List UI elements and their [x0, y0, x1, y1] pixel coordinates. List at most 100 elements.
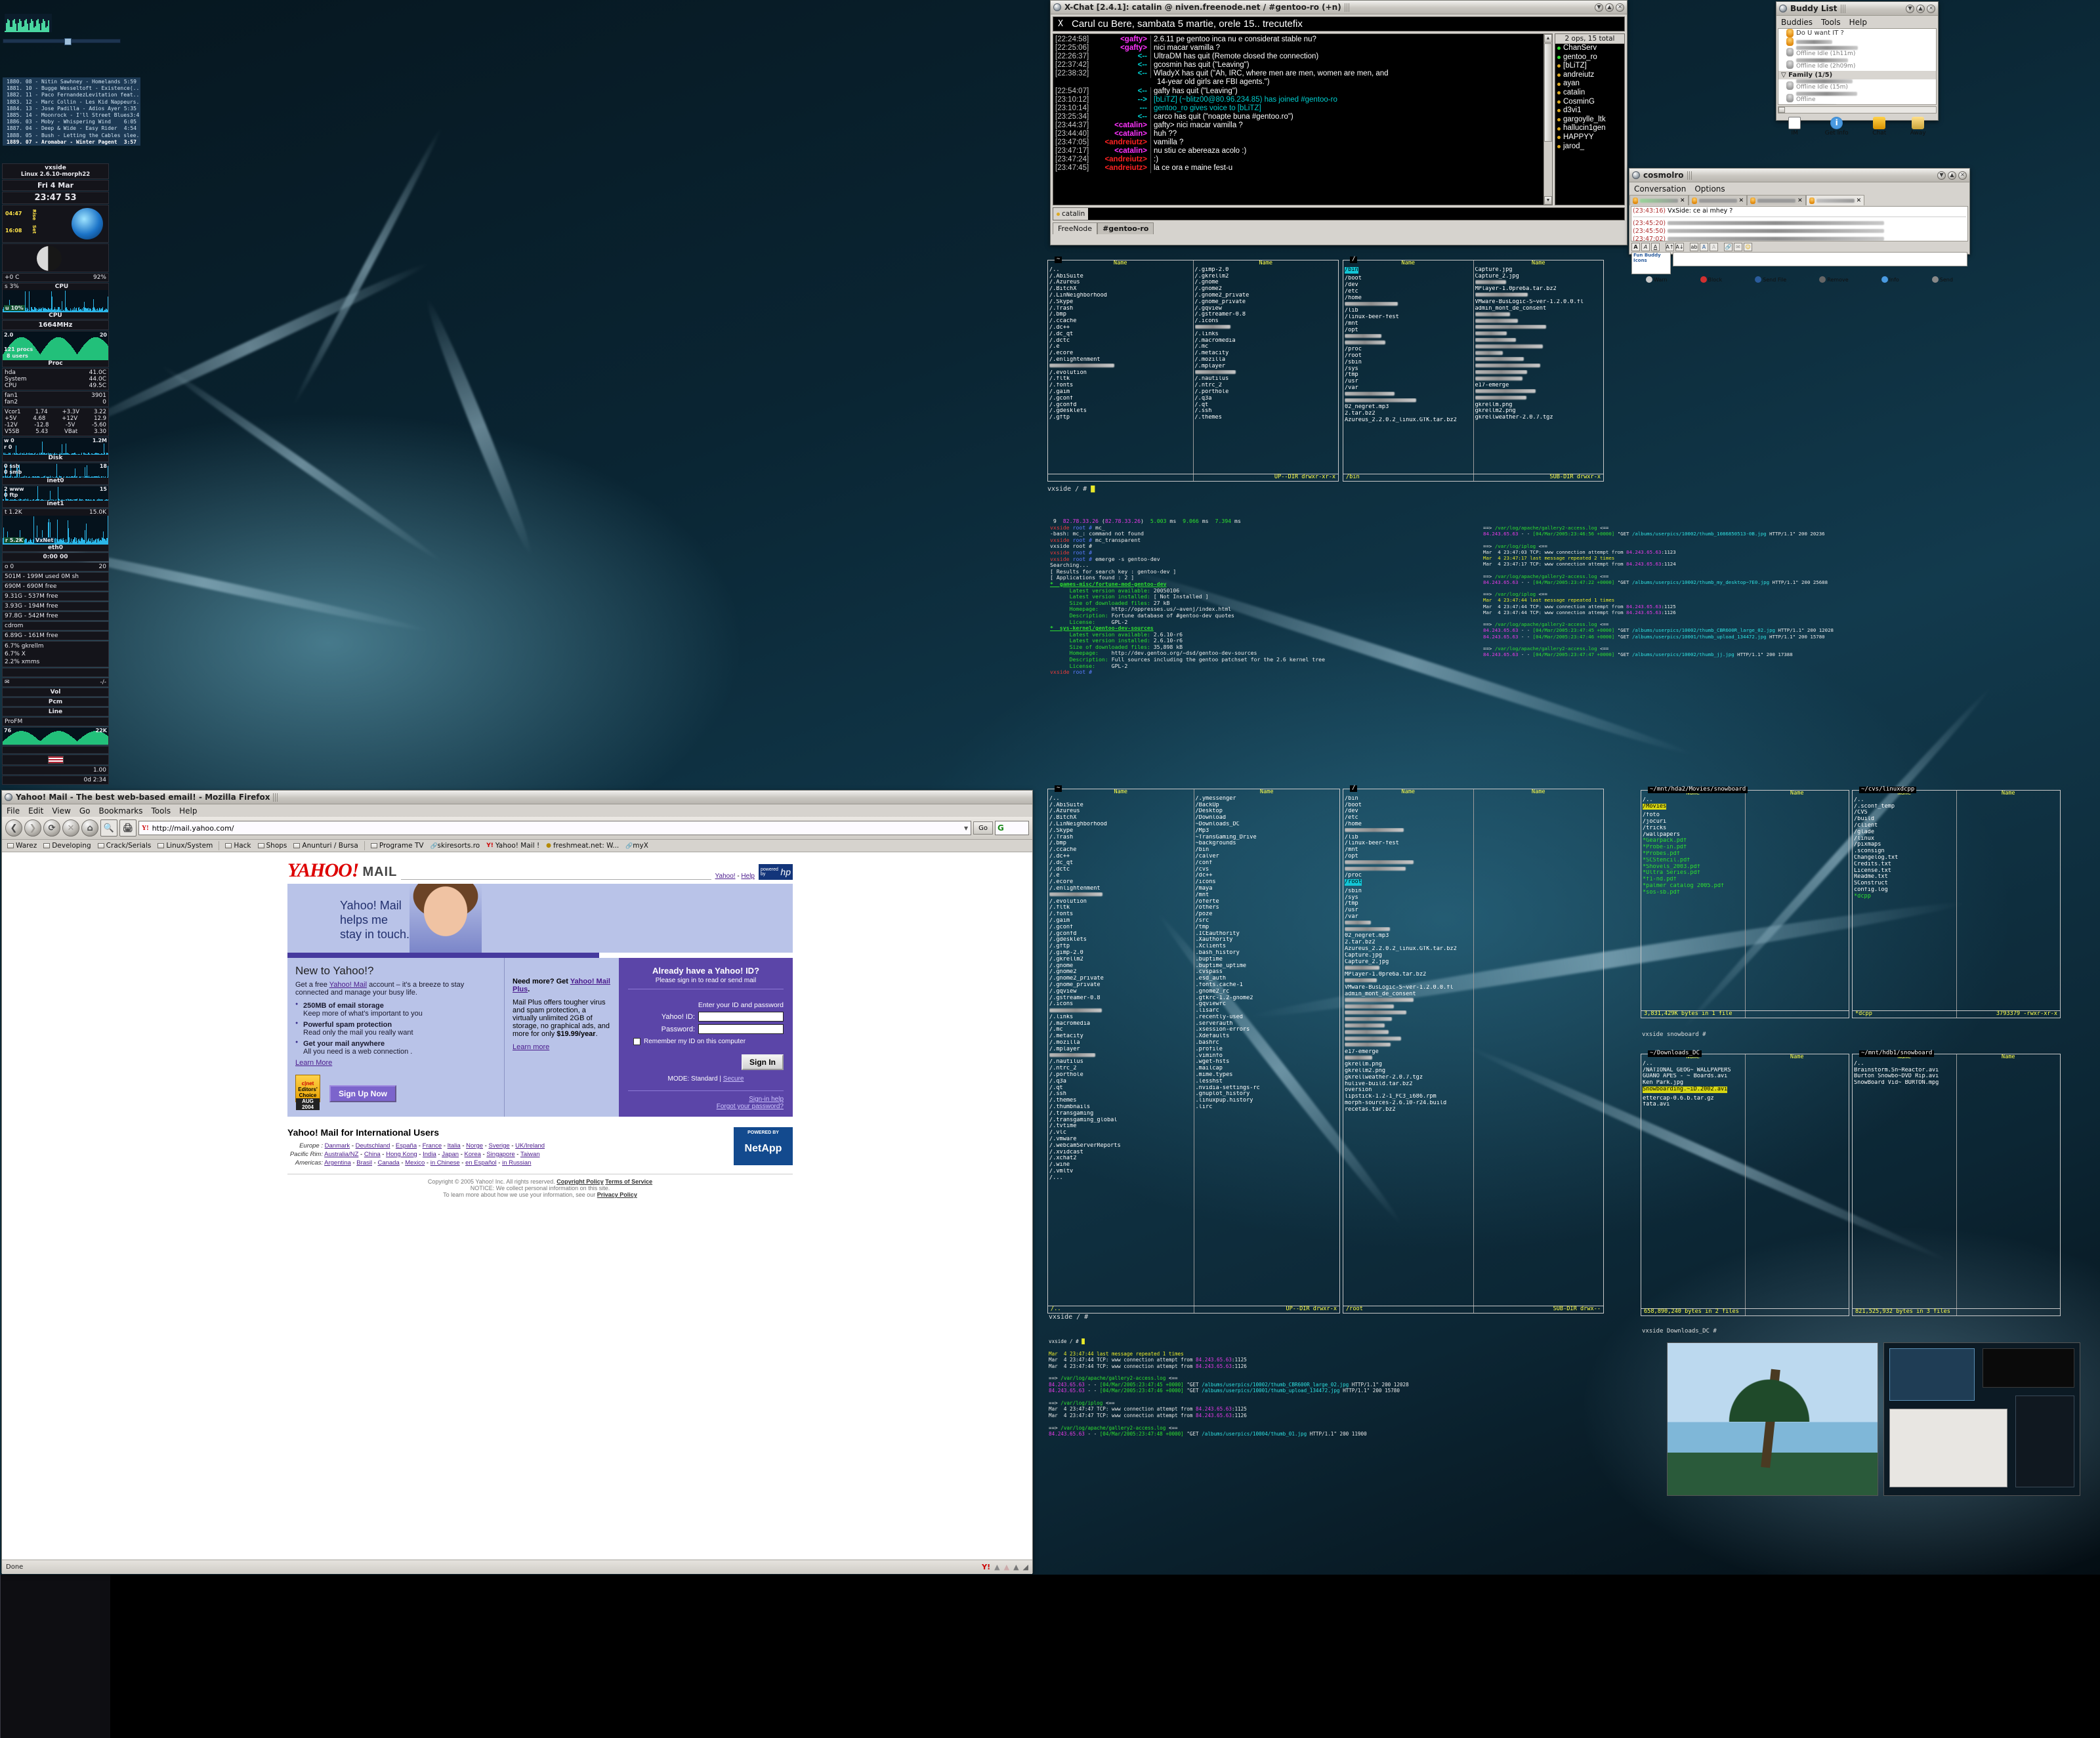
mc-file-entry[interactable]: /.porthole — [1195, 389, 1337, 396]
mc-file-entry[interactable]: /.evolution — [1049, 370, 1192, 377]
mc-file-entry[interactable]: /.mplayer — [1049, 1046, 1192, 1053]
mc-file-entry[interactable]: /lib — [1345, 835, 1472, 841]
mc-file-entry[interactable]: /.themes — [1195, 415, 1337, 421]
conversation-action-bar[interactable]: WarnBlockSend FileRemoveInfoSend — [1629, 274, 1969, 285]
mc-file-entry[interactable]: GUANO APES - ~ Boards.avi — [1643, 1073, 1744, 1080]
playlist-row[interactable]: 1886. 03 - Moby - Whispering Wind6:05 — [4, 119, 139, 125]
underline-button[interactable]: A — [1651, 243, 1660, 251]
mc-file-entry[interactable]: License.txt — [1854, 868, 1955, 875]
mc-file-entry[interactable]: .gnuplot_history — [1196, 1091, 1339, 1098]
mc-file-entry[interactable]: .mailcap — [1196, 1066, 1339, 1072]
mc-file-entry[interactable]: /.Skype — [1049, 299, 1192, 306]
mc-file-entry[interactable]: /Movies — [1643, 804, 1666, 810]
mc-file-entry[interactable]: /.bmp — [1049, 312, 1192, 318]
mc-file-entry[interactable]: /src — [1196, 918, 1339, 924]
thumbnail-desktop-screenshot[interactable] — [1883, 1342, 2080, 1496]
mc-file-entry[interactable]: *f1-nd.pdf — [1643, 877, 1744, 883]
mc-file-entry[interactable] — [1345, 1055, 1472, 1062]
mc-file-entry[interactable]: /tmp — [1345, 372, 1472, 379]
mc-file-entry[interactable]: /.dc_qt — [1049, 331, 1192, 338]
mc-file-entry[interactable]: ~Downloads_DC — [1196, 821, 1339, 828]
remember-id-checkbox[interactable] — [633, 1038, 640, 1045]
mc-file-entry[interactable] — [1475, 325, 1603, 331]
mc-file-entry[interactable]: /.gftp — [1049, 943, 1192, 950]
mc-file-entry[interactable] — [1195, 325, 1337, 331]
menu-buddies[interactable]: Buddies — [1781, 18, 1813, 27]
mc-file-entry[interactable]: /opt — [1345, 854, 1472, 860]
mc-column-header[interactable]: Name — [1475, 789, 1603, 796]
xchat-tab[interactable]: #gentoo-ro — [1097, 222, 1154, 234]
close-button[interactable]: ✕ — [1958, 171, 1967, 180]
minimize-button[interactable]: ▼ — [1595, 3, 1603, 12]
mc-file-entry[interactable]: /linux-beer-fest — [1345, 314, 1472, 321]
reload-button[interactable]: ⟳ — [43, 819, 60, 837]
mc-panel-hdb1-snowboard[interactable]: ~/mnt/hdb1/snowboardName/.. Brainstorm.S… — [1852, 1054, 2061, 1316]
mc-file-entry[interactable]: /usr — [1345, 907, 1472, 914]
sign-up-now-button[interactable]: Sign Up Now — [329, 1085, 396, 1102]
mc-file-entry[interactable]: /.LinNeighborhood — [1049, 821, 1192, 828]
mc-file-entry[interactable]: /.. — [1854, 797, 1955, 804]
mc-file-entry[interactable]: /linux-beer-fest — [1345, 840, 1472, 847]
tab-close-icon[interactable]: ✕ — [1797, 197, 1803, 204]
intl-country-link[interactable]: en Español — [465, 1159, 497, 1167]
menu-view[interactable]: View — [52, 806, 70, 816]
menu-go[interactable]: Go — [79, 806, 91, 816]
mc-file-entry[interactable] — [1475, 396, 1603, 402]
link-copyright-policy[interactable]: Copyright Policy — [556, 1178, 604, 1185]
mc-file-entry[interactable]: Azureus_2.2.0.2_linux.GTK.tar.bz2 — [1345, 417, 1472, 424]
conversation-tab[interactable]: ✕ — [1747, 195, 1806, 205]
mc-file-entry[interactable]: .buptime_uptime — [1196, 963, 1339, 970]
mc-file-entry[interactable]: .gqviewrc — [1196, 1001, 1339, 1008]
mc-column-header[interactable]: Name — [1345, 789, 1472, 796]
buddylist-button-bar[interactable]: IM i Get Info Chat Away — [1776, 115, 1938, 136]
filesystem-row[interactable]: 3.93G - 194M free — [2, 602, 109, 611]
mc-file-entry[interactable]: /.gqview — [1195, 306, 1337, 312]
filesystem-row[interactable]: 6.89G - 161M free — [2, 631, 109, 640]
font-color-button[interactable]: A — [1700, 243, 1708, 251]
mc-file-entry[interactable]: /.webcamServerReports — [1049, 1143, 1192, 1149]
mc-file-entry[interactable] — [1475, 279, 1603, 286]
mc-file-entry[interactable]: /.xvidcast — [1049, 1149, 1192, 1156]
mc-file-entry[interactable] — [1475, 312, 1603, 318]
mc-file-entry[interactable]: /.dc_qt — [1049, 860, 1192, 867]
stop-button[interactable]: ✕ — [62, 819, 79, 837]
playlist-row[interactable]: 1883. 12 - Marc Collin - Les Kid Nappeur… — [4, 99, 139, 106]
link-yahoo-home[interactable]: Yahoo! — [715, 873, 736, 880]
mc-file-entry[interactable]: .mime.types — [1196, 1072, 1339, 1079]
gkrellm-mail-panel[interactable]: ✉ -/- — [2, 678, 109, 687]
gkrellm-mixer-vol[interactable]: Vol — [2, 688, 109, 697]
buddy-list[interactable]: Do U want IT ?Offline Idle (1h11m)Offlin… — [1778, 28, 1937, 105]
mc-file-entry[interactable]: /.gconfd — [1049, 402, 1192, 409]
irc-nick[interactable]: <-- — [1094, 70, 1150, 78]
tab-close-icon[interactable]: ✕ — [1680, 197, 1685, 204]
intl-country-link[interactable]: France — [423, 1142, 442, 1149]
mc-file-entry[interactable]: /.mozilla — [1049, 1040, 1192, 1046]
mc-file-entry[interactable]: /sys — [1345, 366, 1472, 373]
intl-country-link[interactable]: Danmark — [325, 1142, 350, 1149]
mc-file-entry[interactable]: gkrellweather-2.0.7.tgz — [1475, 415, 1603, 421]
mc-file-entry[interactable]: /.gimp-2.0 — [1049, 950, 1192, 957]
mc-file-entry[interactable]: VMware-BusLogic-S~ver-1.2.0.0.fl — [1345, 985, 1472, 991]
conversation-titlebar[interactable]: cosmolro ▼ ▲ ✕ — [1629, 169, 1969, 182]
mc-panel-root-bottom[interactable]: /Name/bin/boot/dev/etc/home/lib/linux-be… — [1343, 789, 1604, 1314]
firefox-window[interactable]: Yahoo! Mail - The best web-based email! … — [1, 790, 1033, 1573]
mc-file-entry[interactable]: ~TransGaming_Drive — [1196, 835, 1339, 841]
yahoo-logo[interactable]: YAHOO! — [287, 861, 358, 880]
maximize-button[interactable]: ▲ — [1948, 171, 1956, 180]
mc-file-entry[interactable]: /.gnome2_private — [1195, 293, 1337, 299]
mc-file-entry[interactable]: /linux — [1854, 836, 1955, 842]
mc-file-entry[interactable]: gkrellweather-2.0.7.tgz — [1345, 1075, 1472, 1081]
mc-file-entry[interactable]: /NATIONAL GEOG~ WALLPAPERS — [1643, 1067, 1744, 1074]
link-privacy-policy[interactable]: Privacy Policy — [597, 1191, 637, 1198]
xchat-message-scrollbar[interactable]: ▲ ▼ — [1544, 34, 1552, 205]
buddy-list-item[interactable]: Do U want IT ? — [1778, 29, 1936, 37]
mc-panel-home-bottom[interactable]: ~Name/../.AbiSuite/.Azureus/.BitchX/.Lin… — [1047, 789, 1340, 1314]
mc-file-entry[interactable]: Capture_2.jpg — [1475, 274, 1603, 280]
remove-button[interactable]: Remove — [1819, 276, 1848, 283]
mc-file-entry[interactable]: /build — [1854, 816, 1955, 823]
mc-file-entry[interactable]: .cvspass — [1196, 969, 1339, 976]
mc-file-entry[interactable]: Azureus_2.2.0.2_linux.GTK.tar.bz2 — [1345, 946, 1472, 953]
mc-file-entry[interactable]: gkrellm2.png — [1475, 408, 1603, 415]
mc-file-entry[interactable]: /.ssh — [1195, 408, 1337, 415]
mc-file-entry[interactable]: /root — [1345, 353, 1472, 360]
